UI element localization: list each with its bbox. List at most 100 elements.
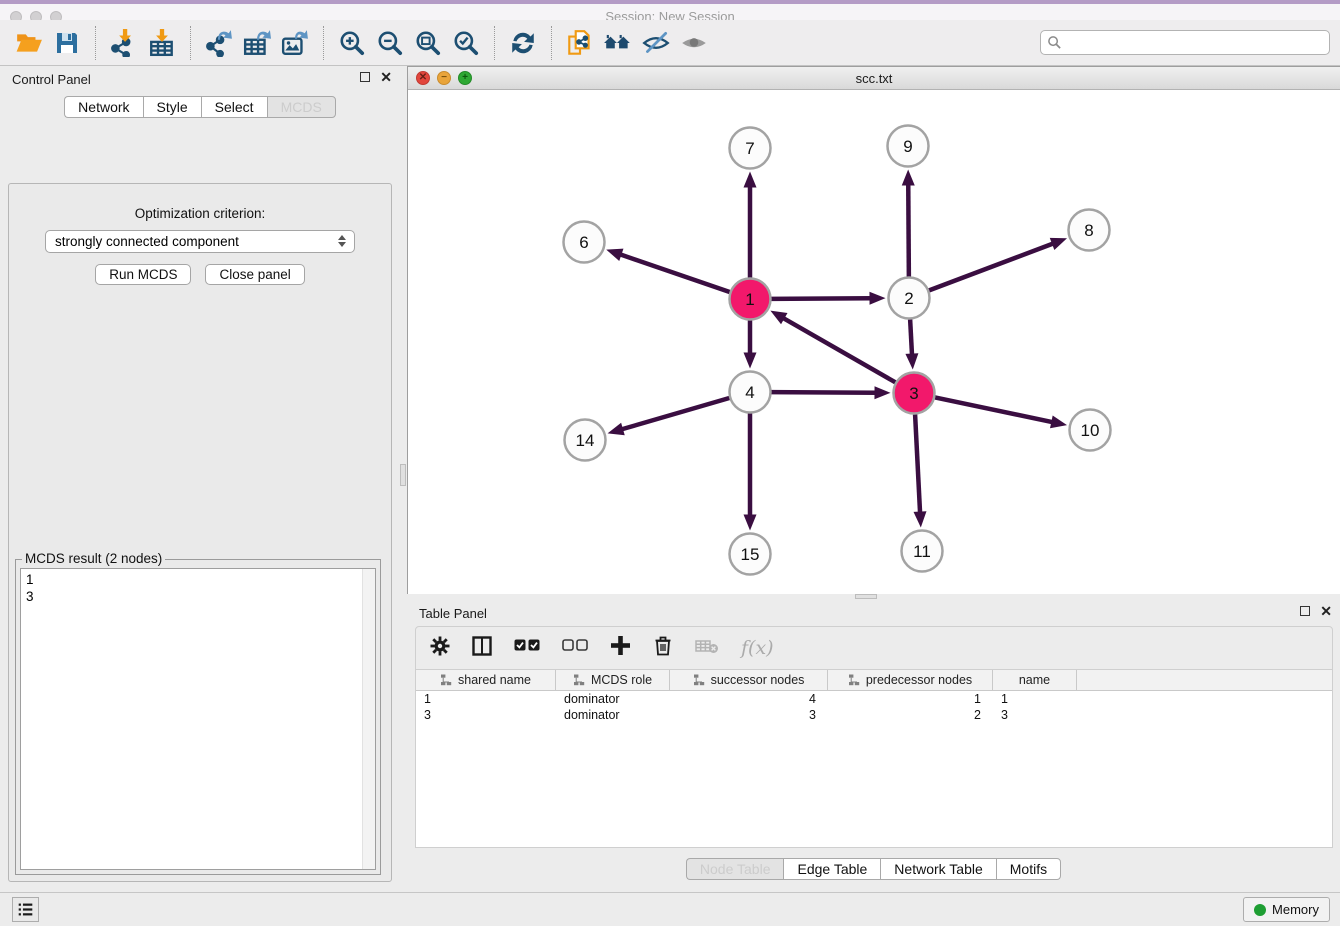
apply-layout-icon[interactable]	[504, 24, 542, 62]
function-builder-icon[interactable]: f(x)	[741, 637, 774, 659]
graph-node-8[interactable]: 8	[1069, 210, 1110, 251]
result-scrollbar[interactable]	[362, 569, 375, 869]
import-network-icon[interactable]	[105, 24, 143, 62]
graph-edge-1-6[interactable]	[606, 249, 729, 292]
svg-text:11: 11	[913, 542, 931, 561]
mcds-result-groupbox: MCDS result (2 nodes) 1 3	[15, 559, 381, 875]
close-table-panel-icon[interactable]: ✕	[1320, 606, 1332, 616]
graph-node-2[interactable]: 2	[889, 278, 930, 319]
delete-column-icon[interactable]	[653, 635, 673, 661]
run-mcds-button[interactable]: Run MCDS	[95, 264, 191, 285]
show-all-icon[interactable]	[675, 24, 713, 62]
table-tab-edge-table[interactable]: Edge Table	[783, 858, 880, 880]
toolbar-separator	[551, 26, 552, 60]
tab-network[interactable]: Network	[64, 96, 142, 118]
graph-node-1[interactable]: 1	[730, 279, 771, 320]
column-header-shared-name[interactable]: shared name	[416, 670, 556, 690]
graph-node-4[interactable]: 4	[730, 372, 771, 413]
tab-mcds[interactable]: MCDS	[267, 96, 336, 118]
graph-edge-1-2[interactable]	[771, 292, 885, 305]
delete-table-icon[interactable]	[695, 638, 719, 659]
zoom-out-icon[interactable]	[371, 24, 409, 62]
graph-edge-3-10[interactable]	[935, 397, 1067, 428]
memory-button-label: Memory	[1272, 902, 1319, 917]
graph-edge-2-9[interactable]	[902, 169, 915, 276]
network-window-title: scc.txt	[408, 71, 1340, 86]
table-cell: dominator	[556, 691, 670, 707]
control-panel: Control Panel ✕ NetworkStyleSelectMCDS O…	[0, 66, 400, 892]
export-table-icon[interactable]	[238, 24, 276, 62]
graph-edge-4-14[interactable]	[608, 398, 730, 435]
open-file-icon[interactable]	[10, 24, 48, 62]
svg-text:7: 7	[745, 139, 754, 158]
graph-node-11[interactable]: 11	[902, 531, 943, 572]
table-tab-motifs[interactable]: Motifs	[996, 858, 1061, 880]
memory-button[interactable]: Memory	[1243, 897, 1330, 922]
graph-edge-4-3[interactable]	[771, 386, 890, 399]
graph-edge-2-3[interactable]	[905, 319, 918, 369]
export-image-icon[interactable]	[276, 24, 314, 62]
zoom-in-icon[interactable]	[333, 24, 371, 62]
tab-style[interactable]: Style	[143, 96, 201, 118]
zoom-fit-icon[interactable]	[409, 24, 447, 62]
table-row[interactable]: 1dominator411	[416, 691, 1332, 707]
task-history-button[interactable]	[12, 897, 39, 922]
table-tab-network-table[interactable]: Network Table	[880, 858, 995, 880]
search-input[interactable]	[1040, 30, 1330, 55]
column-header-MCDS-role[interactable]: MCDS role	[556, 670, 670, 690]
mcds-result-title: MCDS result (2 nodes)	[22, 551, 165, 566]
vertical-split-divider[interactable]	[400, 66, 407, 892]
export-network-icon[interactable]	[200, 24, 238, 62]
node-table: shared nameMCDS rolesuccessor nodesprede…	[415, 670, 1333, 848]
graph-edge-3-1[interactable]	[770, 311, 895, 383]
list-icon	[17, 901, 34, 918]
svg-text:15: 15	[741, 545, 760, 564]
select-all-icon[interactable]	[514, 639, 540, 657]
column-header-predecessor-nodes[interactable]: predecessor nodes	[828, 670, 993, 690]
deselect-all-icon[interactable]	[562, 639, 588, 657]
graph-node-6[interactable]: 6	[564, 222, 605, 263]
duplicate-network-icon[interactable]	[561, 24, 599, 62]
hide-selected-icon[interactable]	[637, 24, 675, 62]
table-tab-node-table[interactable]: Node Table	[686, 858, 784, 880]
add-column-icon[interactable]	[610, 635, 631, 661]
float-table-panel-icon[interactable]	[1300, 606, 1310, 616]
graph-node-7[interactable]: 7	[730, 128, 771, 169]
graph-edge-3-11[interactable]	[914, 414, 927, 527]
graph-edge-1-4[interactable]	[744, 321, 757, 369]
graph-edge-4-15[interactable]	[744, 414, 757, 531]
svg-text:3: 3	[909, 384, 918, 403]
tab-select[interactable]: Select	[201, 96, 267, 118]
graph-node-3[interactable]: 3	[894, 373, 935, 414]
graph-node-9[interactable]: 9	[888, 126, 929, 167]
first-neighbors-icon[interactable]	[599, 24, 637, 62]
mcds-result-text[interactable]: 1 3	[20, 568, 376, 870]
column-header-name[interactable]: name	[993, 670, 1077, 690]
criterion-dropdown[interactable]: strongly connected component	[45, 230, 355, 253]
table-body: 1dominator4113dominator323	[416, 691, 1332, 723]
divider-grip[interactable]	[400, 464, 406, 486]
graph-edge-2-8[interactable]	[929, 238, 1067, 291]
zoom-selected-icon[interactable]	[447, 24, 485, 62]
graph-node-15[interactable]: 15	[730, 534, 771, 575]
split-panel-icon[interactable]	[472, 636, 492, 661]
close-panel-button[interactable]: Close panel	[205, 264, 304, 285]
column-header-successor-nodes[interactable]: successor nodes	[670, 670, 828, 690]
table-row[interactable]: 3dominator323	[416, 707, 1332, 723]
import-table-icon[interactable]	[143, 24, 181, 62]
network-canvas[interactable]: 7 9 6 8 1 2 4 3 14 10 15 11	[408, 90, 1340, 594]
svg-text:14: 14	[576, 431, 595, 450]
graph-edge-1-7[interactable]	[744, 172, 757, 278]
svg-text:1: 1	[745, 290, 754, 309]
gear-icon[interactable]	[430, 636, 450, 661]
save-session-icon[interactable]	[48, 24, 86, 62]
table-tabs: Node TableEdge TableNetwork TableMotifs	[407, 858, 1340, 880]
table-cell: 3	[993, 707, 1077, 723]
graph-node-10[interactable]: 10	[1070, 410, 1111, 451]
column-type-icon	[693, 674, 705, 686]
close-panel-icon[interactable]: ✕	[380, 72, 392, 82]
divider-grip[interactable]	[855, 594, 877, 599]
float-panel-icon[interactable]	[360, 72, 370, 82]
mcds-tab-content: Optimization criterion: strongly connect…	[8, 183, 392, 882]
graph-node-14[interactable]: 14	[565, 420, 606, 461]
